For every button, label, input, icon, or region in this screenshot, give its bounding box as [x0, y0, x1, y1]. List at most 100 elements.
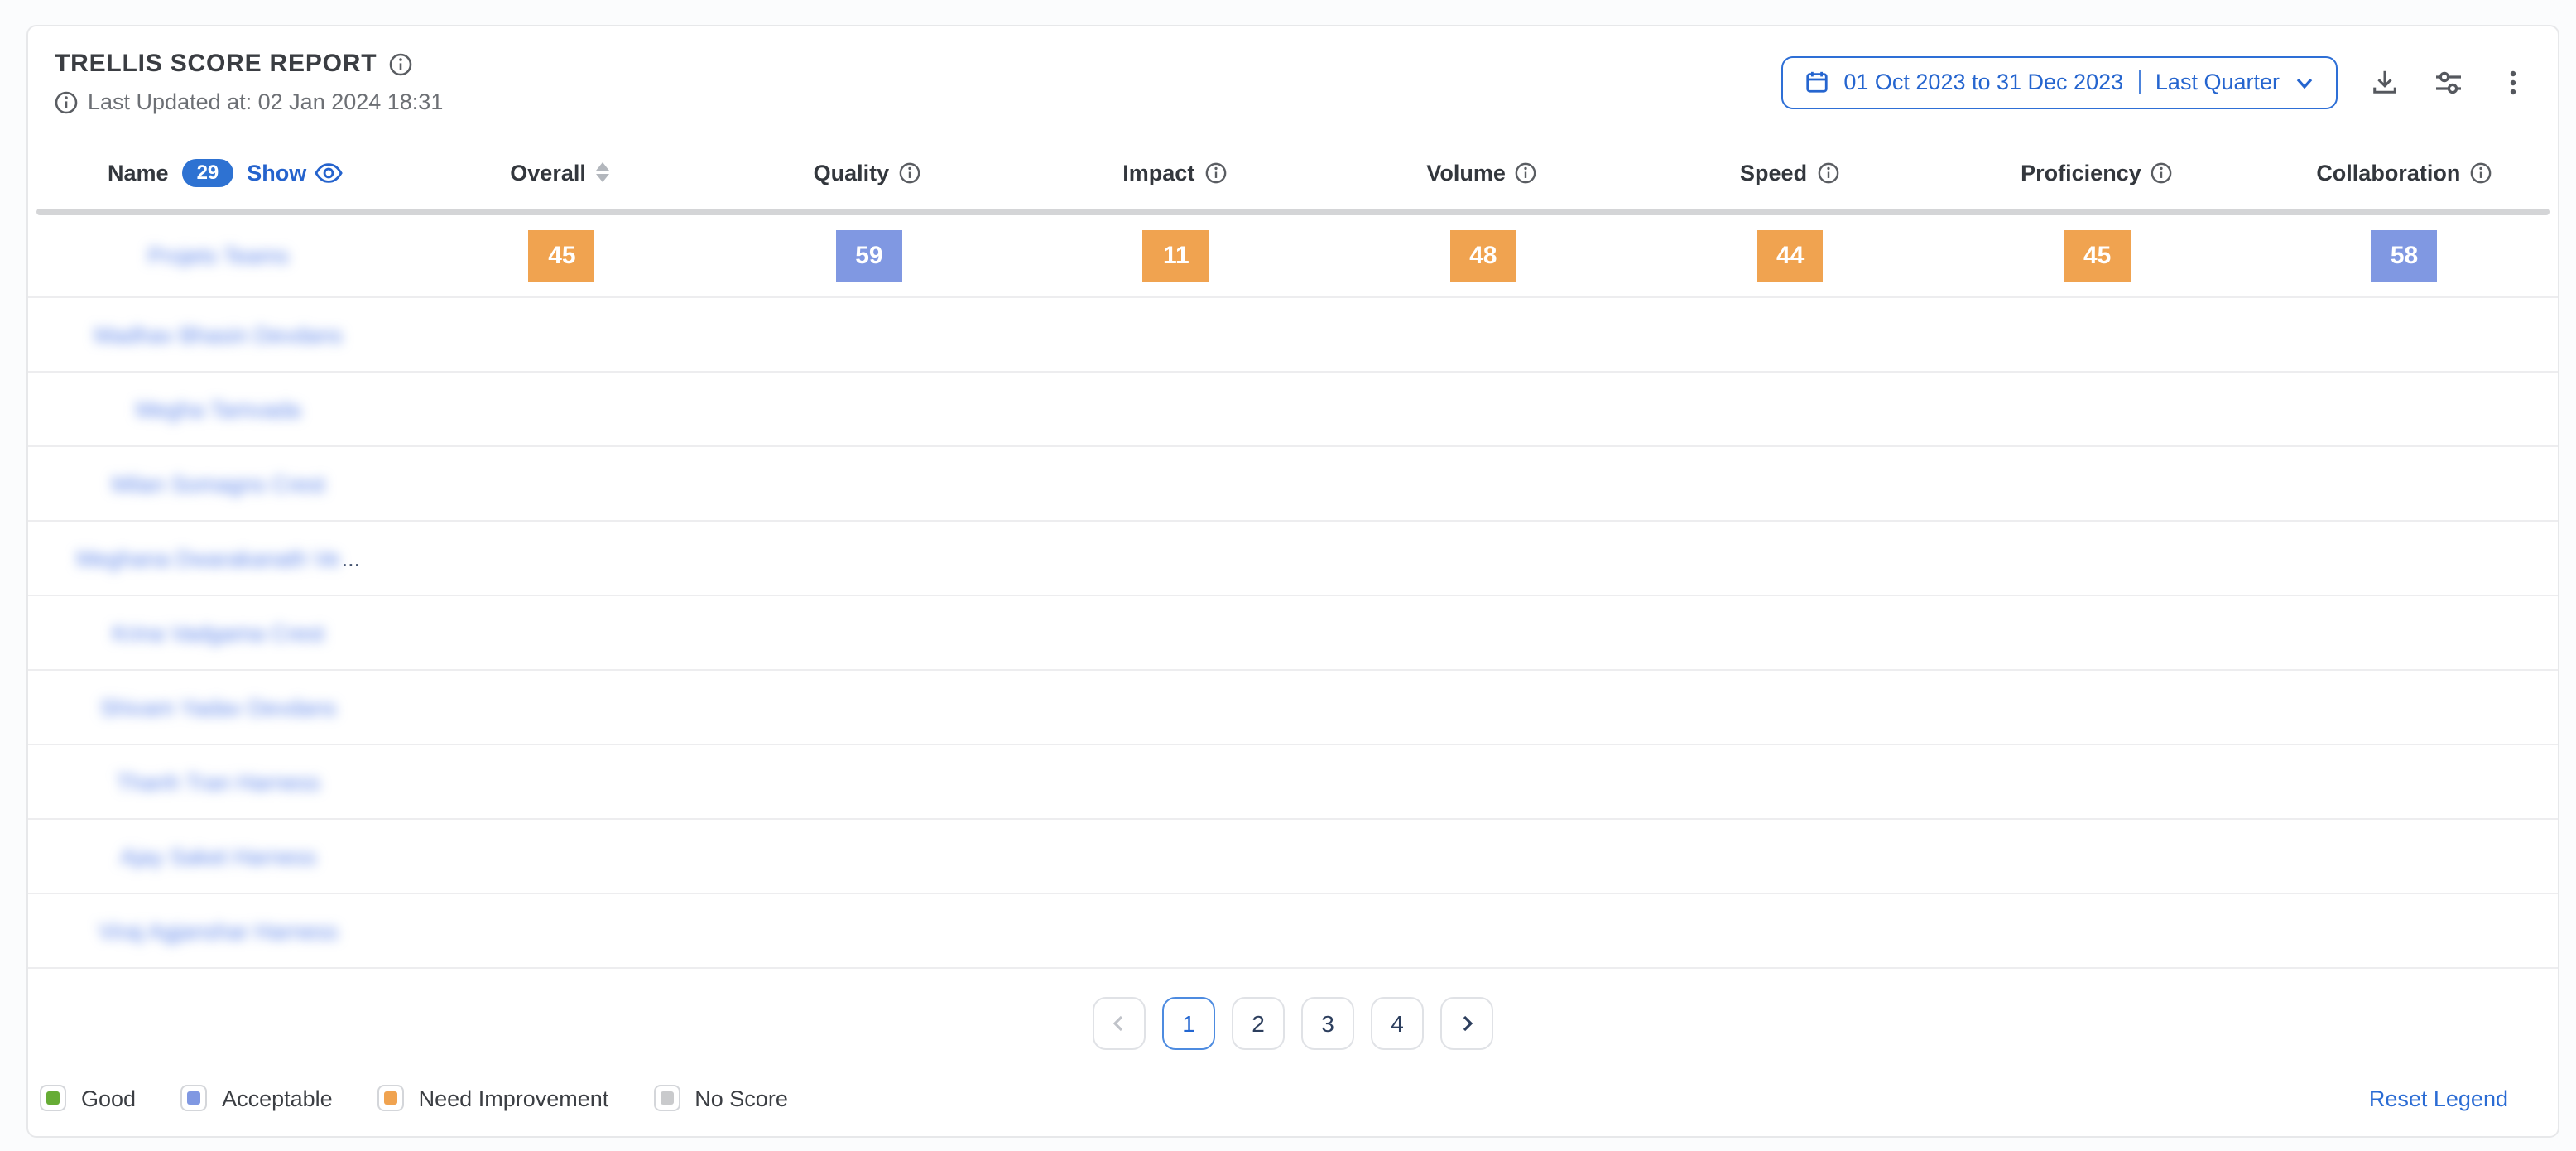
name-cell: Ajay Saket Harness — [28, 844, 408, 869]
legend-checkbox[interactable] — [180, 1085, 207, 1111]
score-cell: 44 — [1636, 230, 1944, 282]
legend-label: Acceptable — [222, 1086, 333, 1110]
legend-item-acceptable[interactable]: Acceptable — [180, 1085, 333, 1111]
legend-label: Need Improvement — [419, 1086, 609, 1110]
legend-item-good[interactable]: Good — [40, 1085, 136, 1111]
column-header-label: Impact — [1122, 160, 1194, 185]
name-cell: Thanh Tran Harness — [28, 769, 408, 794]
eye-icon — [315, 161, 343, 183]
column-header-label: Quality — [814, 160, 890, 185]
table-row: Madhav Bhasin Devdans — [28, 298, 2558, 373]
legend-color-swatch — [384, 1091, 397, 1105]
column-header-label: Speed — [1740, 160, 1807, 185]
column-header-impact: Impact — [1021, 160, 1328, 185]
name-cell: Shivam Yadav Devdans — [28, 695, 408, 720]
score-badge: 45 — [529, 230, 595, 282]
column-header-quality: Quality — [714, 160, 1021, 185]
prev-page-button[interactable] — [1093, 997, 1146, 1050]
date-range-text: 01 Oct 2023 to 31 Dec 2023 — [1843, 70, 2123, 94]
table-row: Krina Vadgama Crest — [28, 596, 2558, 671]
show-label: Show — [247, 160, 306, 185]
score-badge: 59 — [836, 230, 902, 282]
row-name-link[interactable]: Krina Vadgama Crest — [113, 620, 324, 645]
score-cell: 11 — [1022, 230, 1329, 282]
download-icon[interactable] — [2366, 64, 2402, 100]
page-button-4[interactable]: 4 — [1371, 997, 1424, 1050]
kebab-menu-icon[interactable] — [2495, 64, 2531, 100]
info-icon[interactable] — [1516, 161, 1537, 183]
score-badge: 11 — [1143, 230, 1209, 282]
legend-item-need[interactable]: Need Improvement — [377, 1085, 609, 1111]
column-header-speed: Speed — [1636, 160, 1943, 185]
footer: Good Acceptable Need Improvement No Score R… — [28, 1085, 2558, 1111]
name-header-label: Name — [108, 160, 169, 185]
page-button-1[interactable]: 1 — [1162, 997, 1215, 1050]
row-name-link[interactable]: Milan Somagns Crest — [112, 471, 325, 496]
column-header-label: Proficiency — [2021, 160, 2141, 185]
chevron-down-icon — [2295, 72, 2314, 92]
score-badge: 44 — [1757, 230, 1824, 282]
info-icon[interactable] — [2151, 161, 2173, 183]
column-header-label: Collaboration — [2316, 160, 2460, 185]
legend-checkbox[interactable] — [653, 1085, 680, 1111]
name-cell: Madhav Bhasin Devdans — [28, 322, 408, 347]
column-header-label: Volume — [1426, 160, 1506, 185]
report-header: TRELLIS SCORE REPORT Last Updated at: 02… — [28, 50, 2558, 114]
date-divider — [2138, 70, 2141, 94]
table-row: Shivam Yadav Devdans — [28, 671, 2558, 745]
row-name-link[interactable]: Meghana Dwarakanath Ve — [76, 546, 339, 571]
reset-legend-link[interactable]: Reset Legend — [2369, 1086, 2508, 1110]
legend-label: No Score — [694, 1086, 788, 1110]
table-row: Meghana Dwarakanath Ve... — [28, 522, 2558, 596]
legend-item-na[interactable]: No Score — [653, 1085, 788, 1111]
date-range-picker[interactable]: 01 Oct 2023 to 31 Dec 2023 Last Quarter — [1781, 55, 2338, 108]
row-name-link[interactable]: Viraj Agjanshar Harness — [99, 918, 338, 943]
sort-up-arrow — [596, 162, 609, 171]
row-count-badge: 29 — [182, 158, 234, 186]
column-header-proficiency: Proficiency — [1943, 160, 2250, 185]
column-header-collaboration: Collaboration — [2251, 160, 2558, 185]
legend-checkbox[interactable] — [40, 1085, 66, 1111]
table-row: Ajay Saket Harness — [28, 820, 2558, 894]
table-row: Projets Teams45591148444558 — [28, 215, 2558, 298]
name-cell: Meghana Dwarakanath Ve... — [28, 546, 408, 571]
legend-label: Good — [81, 1086, 136, 1110]
page-button-2[interactable]: 2 — [1232, 997, 1285, 1050]
info-icon[interactable] — [899, 161, 920, 183]
row-name-link[interactable]: Thanh Tran Harness — [117, 769, 320, 794]
last-updated-info-icon[interactable] — [55, 90, 78, 113]
next-page-button[interactable] — [1440, 997, 1493, 1050]
sliders-icon[interactable] — [2430, 64, 2467, 100]
legend-color-swatch — [187, 1091, 200, 1105]
score-cell: 45 — [408, 230, 715, 282]
sort-down-arrow — [596, 174, 609, 182]
info-icon[interactable] — [2470, 161, 2492, 183]
info-icon[interactable] — [1817, 161, 1838, 183]
sort-icon[interactable] — [596, 162, 609, 182]
calendar-icon — [1804, 70, 1829, 94]
name-cell: Projets Teams — [28, 243, 408, 268]
row-name-link[interactable]: Ajay Saket Harness — [120, 844, 316, 869]
legend-color-swatch — [46, 1091, 60, 1105]
show-names-button[interactable]: Show — [247, 160, 343, 185]
column-header-label: Overall — [510, 160, 586, 185]
score-cell: 58 — [2251, 230, 2558, 282]
legend-checkbox[interactable] — [377, 1085, 404, 1111]
pagination: 1234 — [28, 997, 2558, 1050]
metric-headers: Overall Quality Impact Volume Speed Proficien… — [406, 160, 2558, 185]
row-name-link[interactable]: Shivam Yadav Devdans — [100, 695, 337, 720]
info-icon[interactable] — [1204, 161, 1226, 183]
row-name-link[interactable]: Madhav Bhasin Devdans — [94, 322, 343, 347]
name-cell: Viraj Agjanshar Harness — [28, 918, 408, 943]
score-badge: 58 — [2372, 230, 2438, 282]
trellis-score-report-card: TRELLIS SCORE REPORT Last Updated at: 02… — [26, 25, 2559, 1138]
row-name-link[interactable]: Projets Teams — [147, 243, 289, 268]
row-name-link[interactable]: Megha Tamvada — [136, 397, 300, 421]
table-row: Megha Tamvada — [28, 373, 2558, 447]
page-button-3[interactable]: 3 — [1301, 997, 1354, 1050]
title-info-icon[interactable] — [388, 52, 411, 75]
table-row: Thanh Tran Harness — [28, 745, 2558, 820]
score-cell: 59 — [715, 230, 1022, 282]
legend-color-swatch — [660, 1091, 673, 1105]
page-title: TRELLIS SCORE REPORT — [55, 50, 377, 78]
